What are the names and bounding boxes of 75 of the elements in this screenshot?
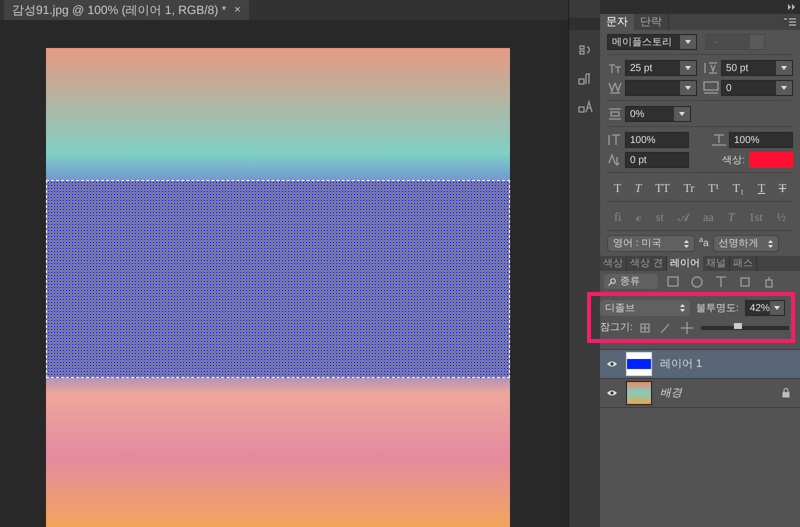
- slider-thumb[interactable]: [734, 322, 742, 328]
- type-style-button[interactable]: Tr: [684, 179, 694, 197]
- updown-arrows-icon: [680, 304, 685, 312]
- updown-arrows-icon: [768, 240, 773, 248]
- layer-thumbnail: [626, 352, 652, 376]
- background-thumbnail: [626, 381, 652, 405]
- dropdown-button[interactable]: [680, 35, 696, 49]
- document-title: 감성91.jpg @ 100% (레이어 1, RGB/8) *: [12, 2, 226, 19]
- dropdown-button[interactable]: [776, 61, 792, 75]
- type-style-button[interactable]: TT: [655, 179, 670, 197]
- horizontal-scale-field[interactable]: 100%: [729, 132, 793, 148]
- panel-tab[interactable]: 레이어: [666, 256, 703, 271]
- dropdown-button[interactable]: [680, 61, 696, 75]
- layer-name: 레이어 1: [660, 356, 704, 372]
- color-label: 색상:: [722, 154, 745, 168]
- glyph-styles-icon: [576, 100, 592, 114]
- type-style-button[interactable]: T: [778, 179, 786, 197]
- language-select[interactable]: 영어 : 미국: [607, 235, 695, 252]
- leading-field[interactable]: 50 pt: [721, 60, 793, 76]
- layer-row[interactable]: 배경: [600, 379, 800, 408]
- caret-icon: [774, 306, 780, 310]
- layer-name: 배경: [660, 386, 684, 401]
- blend-mode-select[interactable]: 디졸브: [600, 300, 690, 316]
- opacity-field[interactable]: 42%: [744, 300, 785, 316]
- type-style-button[interactable]: T₁: [732, 179, 744, 197]
- caret-icon: [685, 86, 691, 90]
- dropdown-button[interactable]: [770, 301, 784, 315]
- antialias-select[interactable]: 선명하게: [712, 235, 779, 252]
- kerning-field[interactable]: [625, 80, 697, 96]
- caret-icon: [685, 40, 691, 44]
- panel-tab[interactable]: 채널: [702, 256, 730, 271]
- baseline-shift-field[interactable]: 0 pt: [625, 152, 689, 168]
- close-button[interactable]: ×: [234, 2, 241, 18]
- tracking-icon: [703, 81, 719, 95]
- vertical-scale-field[interactable]: 100%: [625, 132, 689, 148]
- panel-tab[interactable]: 문자: [600, 14, 634, 30]
- dropdown-button[interactable]: [776, 81, 792, 95]
- type-style-button[interactable]: T: [634, 179, 642, 197]
- filter-select[interactable]: 종류: [604, 274, 658, 289]
- layer-row[interactable]: 레이어 1: [600, 350, 800, 379]
- character-styles-icon: [576, 72, 592, 86]
- kerning-icon: [607, 81, 623, 95]
- caret-icon: [781, 86, 787, 90]
- eye-icon[interactable]: [606, 389, 618, 397]
- tracking-field[interactable]: 0: [721, 80, 793, 96]
- color-swatch[interactable]: [749, 152, 793, 168]
- caret-icon: [679, 112, 685, 116]
- opacity-label: 불투명도:: [696, 302, 739, 316]
- dropdown-button[interactable]: [674, 107, 690, 121]
- search-icon: [608, 278, 616, 286]
- tsume-icon: [607, 107, 623, 121]
- move-icon: [680, 320, 696, 334]
- font-family-select[interactable]: 메이플스토리: [607, 34, 697, 50]
- horizontal-scale-icon: [711, 133, 727, 147]
- font-size-field[interactable]: 25 pt: [625, 60, 697, 76]
- eye-icon[interactable]: [606, 360, 618, 368]
- panel-tab[interactable]: 단락: [634, 14, 669, 30]
- antialias-label: $^{a}$a: [699, 236, 709, 251]
- expand-arrows-icon[interactable]: [788, 4, 796, 10]
- tsume-field[interactable]: 0%: [625, 106, 691, 122]
- lock-label: 잠그기:: [600, 321, 633, 335]
- updown-arrows-icon: [684, 240, 689, 248]
- panel-menu-icon[interactable]: [784, 18, 796, 26]
- type-style-button[interactable]: T¹: [708, 179, 719, 197]
- document-tab[interactable]: 감성91.jpg @ 100% (레이어 1, RGB/8) * ×: [4, 0, 249, 20]
- type-style-button[interactable]: T: [614, 179, 622, 197]
- leading-icon: [703, 61, 719, 75]
- caret-icon: [685, 66, 691, 70]
- dropdown-button[interactable]: [680, 81, 696, 95]
- panel-tab[interactable]: 색상: [600, 256, 627, 271]
- caret-icon: [781, 66, 787, 70]
- panel-tab[interactable]: 패스: [730, 256, 757, 271]
- opacity-slider[interactable]: [700, 326, 789, 330]
- type-style-button[interactable]: T: [758, 179, 766, 197]
- vertical-scale-icon: [607, 133, 623, 147]
